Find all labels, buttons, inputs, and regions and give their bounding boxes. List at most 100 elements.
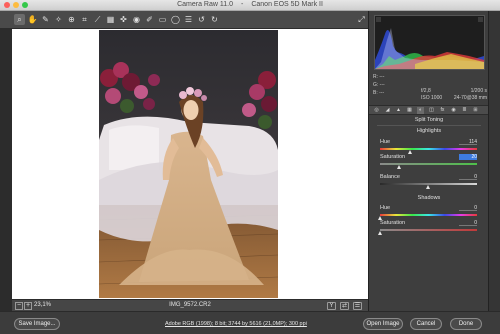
rgb-readout: R: --- G: --- B: --- bbox=[373, 73, 385, 97]
shadows-saturation-value[interactable]: 0 bbox=[459, 220, 477, 226]
highlights-hue-slider[interactable] bbox=[380, 148, 477, 150]
shadows-saturation-thumb[interactable] bbox=[377, 231, 382, 235]
white-balance-icon: ✎ bbox=[42, 15, 49, 24]
compare-icon: ⇄ bbox=[341, 303, 348, 309]
straighten-icon: ⟋ bbox=[94, 15, 101, 24]
iso: ISO 1000 bbox=[421, 95, 443, 101]
panel-scrollbar[interactable] bbox=[488, 11, 500, 311]
preview-status-bar: − + 23,1% IMG_9572.CR2 Y ⇄ ☰ bbox=[12, 299, 368, 311]
target-adjust-tool[interactable]: ⊕ bbox=[66, 14, 77, 25]
highlight-clip-indicator[interactable] bbox=[478, 17, 483, 22]
snapshots-icon: ⊞ bbox=[473, 107, 478, 113]
adjustment-brush-icon: ✐ bbox=[146, 15, 153, 24]
tab-split-toning[interactable]: ◐ bbox=[417, 107, 424, 114]
zoom-icon: ⌕ bbox=[17, 15, 22, 24]
crop-icon: ⌗ bbox=[82, 15, 87, 24]
app-title: Camera Raw 11.0 bbox=[177, 1, 233, 8]
tab-hsl[interactable]: ▦ bbox=[406, 107, 413, 114]
detail-icon: ▲ bbox=[396, 107, 401, 113]
r-value: --- bbox=[379, 74, 385, 80]
histogram-graph bbox=[375, 17, 484, 69]
tone-curve-icon: ◢ bbox=[385, 107, 390, 113]
preview-settings-button[interactable]: ☰ bbox=[353, 302, 362, 310]
highlights-saturation-label: Saturation bbox=[380, 154, 406, 160]
tab-calibration[interactable]: ◉ bbox=[450, 107, 457, 114]
transform-icon: ▦ bbox=[106, 15, 115, 24]
highlights-hue-value[interactable]: 114 bbox=[459, 139, 477, 145]
split-toning-icon: ◐ bbox=[418, 107, 423, 113]
fullscreen-toggle[interactable]: ⤢ bbox=[356, 14, 367, 25]
rotate-cw-tool[interactable]: ↻ bbox=[209, 14, 220, 25]
highlights-heading: Highlights bbox=[416, 128, 442, 134]
g-value: --- bbox=[379, 82, 385, 88]
tab-snapshots[interactable]: ⊞ bbox=[472, 107, 479, 114]
b-label: B: bbox=[373, 90, 378, 96]
workflow-options-link[interactable]: Adobe RGB (1998); 8 bit; 3744 by 5616 (2… bbox=[165, 321, 307, 327]
shadows-saturation-slider[interactable] bbox=[380, 229, 477, 231]
color-sampler-icon: ✧ bbox=[55, 15, 62, 24]
highlights-saturation-slider[interactable] bbox=[380, 163, 477, 165]
shadows-hue-value[interactable]: 0 bbox=[459, 205, 477, 211]
highlights-saturation-value[interactable]: 20 bbox=[459, 154, 477, 160]
highlights-hue-thumb[interactable] bbox=[408, 150, 413, 154]
fullscreen-icon: ⤢ bbox=[358, 15, 365, 24]
image-filename: IMG_9572.CR2 bbox=[169, 302, 211, 308]
balance-thumb[interactable] bbox=[426, 185, 430, 189]
presets-icon: ≣ bbox=[462, 107, 467, 113]
white-balance-tool[interactable]: ✎ bbox=[40, 14, 51, 25]
before-after-button[interactable]: Y bbox=[327, 302, 336, 310]
highlights-hue-label: Hue bbox=[380, 139, 391, 145]
shadow-clip-indicator[interactable] bbox=[376, 17, 381, 22]
preview-image[interactable] bbox=[99, 30, 278, 298]
save-image-button[interactable]: Save Image... bbox=[14, 318, 60, 330]
tab-lens-corrections[interactable]: ◫ bbox=[428, 107, 435, 114]
tab-detail[interactable]: ▲ bbox=[395, 107, 402, 114]
shadows-saturation-label: Saturation bbox=[380, 220, 406, 226]
tab-presets[interactable]: ≣ bbox=[461, 107, 468, 114]
window-title: Camera Raw 11.0- Canon EOS 5D Mark II bbox=[0, 1, 500, 8]
radial-filter-tool[interactable]: ◯ bbox=[170, 14, 181, 25]
color-sampler-tool[interactable]: ✧ bbox=[53, 14, 64, 25]
rotate-ccw-icon: ↺ bbox=[198, 15, 205, 24]
open-image-button[interactable]: Open Image bbox=[363, 318, 403, 330]
transform-tool[interactable]: ▦ bbox=[105, 14, 116, 25]
camera-model: Canon EOS 5D Mark II bbox=[251, 1, 323, 8]
title-bar: Camera Raw 11.0- Canon EOS 5D Mark II bbox=[0, 0, 500, 11]
spot-removal-tool[interactable]: ✜ bbox=[118, 14, 129, 25]
lens-corrections-icon: ◫ bbox=[429, 107, 434, 113]
rotate-ccw-tool[interactable]: ↺ bbox=[196, 14, 207, 25]
highlights-saturation-thumb[interactable] bbox=[396, 165, 401, 169]
hsl-icon: ▦ bbox=[407, 107, 412, 113]
balance-value[interactable]: 0 bbox=[459, 174, 477, 180]
lens: 24-70@38 mm bbox=[453, 95, 487, 101]
adjustment-brush-tool[interactable]: ✐ bbox=[144, 14, 155, 25]
crop-tool[interactable]: ⌗ bbox=[79, 14, 90, 25]
target-adjust-icon: ⊕ bbox=[68, 15, 75, 24]
rotate-cw-icon: ↻ bbox=[211, 15, 218, 24]
straighten-tool[interactable]: ⟋ bbox=[92, 14, 103, 25]
done-button[interactable]: Done bbox=[450, 318, 482, 330]
panel-tabs: ◎ ◢ ▲ ▦ ◐ ◫ fx ◉ ≣ ⊞ bbox=[369, 105, 489, 115]
g-label: G: bbox=[373, 82, 379, 88]
photo-illustration bbox=[99, 30, 278, 298]
zoom-tool[interactable]: ⌕ bbox=[14, 14, 25, 25]
r-label: R: bbox=[373, 74, 378, 80]
compare-button[interactable]: ⇄ bbox=[340, 302, 349, 310]
red-eye-tool[interactable]: ◉ bbox=[131, 14, 142, 25]
title-separator: - bbox=[240, 1, 244, 8]
hand-tool[interactable]: ✋ bbox=[27, 14, 38, 25]
graduated-filter-tool[interactable]: ▭ bbox=[157, 14, 168, 25]
shutter-speed: 1/200 s bbox=[470, 88, 487, 94]
spot-removal-icon: ✜ bbox=[120, 15, 127, 24]
shadows-hue-label: Hue bbox=[380, 205, 391, 211]
shadows-hue-slider[interactable] bbox=[380, 214, 477, 216]
tab-basic[interactable]: ◎ bbox=[373, 107, 380, 114]
preferences-tool[interactable]: ☰ bbox=[183, 14, 194, 25]
cancel-button[interactable]: Cancel bbox=[410, 318, 442, 330]
camera-raw-window: Camera Raw 11.0- Canon EOS 5D Mark II ⌕ ✋… bbox=[0, 0, 500, 334]
tab-tone-curve[interactable]: ◢ bbox=[384, 107, 391, 114]
hand-icon: ✋ bbox=[27, 15, 38, 24]
bottom-bar: Save Image... Adobe RGB (1998); 8 bit; 3… bbox=[0, 311, 500, 334]
tab-effects[interactable]: fx bbox=[439, 107, 446, 114]
effects-icon: fx bbox=[440, 107, 445, 113]
